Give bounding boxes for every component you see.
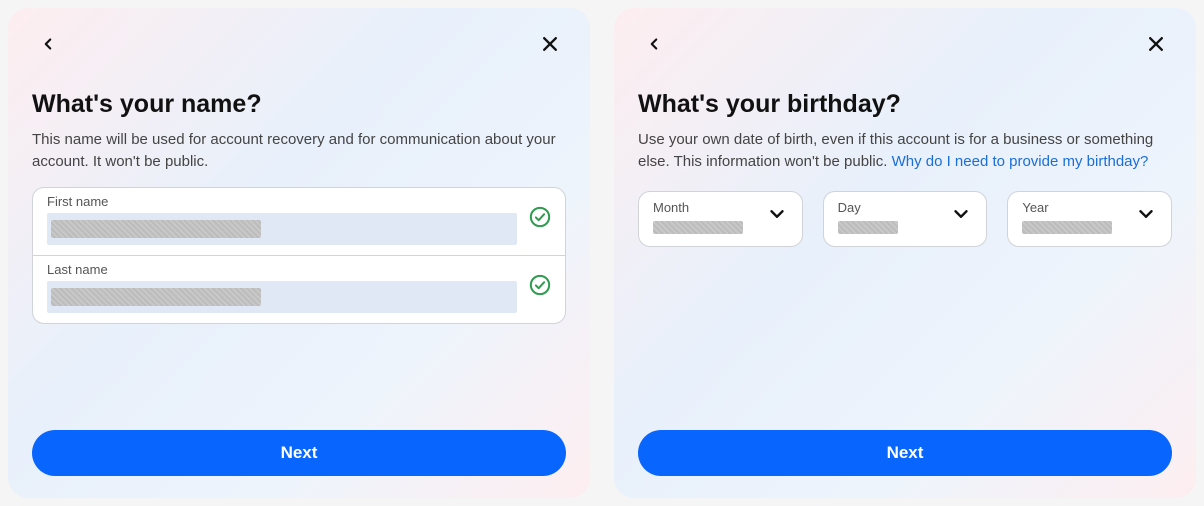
first-name-input[interactable] [47, 213, 517, 245]
page-title: What's your birthday? [638, 90, 1172, 119]
month-label: Month [653, 200, 762, 215]
redacted-text [51, 288, 261, 306]
month-select[interactable]: Month [638, 191, 803, 247]
redacted-text [653, 221, 743, 234]
chevron-left-icon [645, 35, 663, 53]
first-name-row: First name [33, 188, 565, 255]
page-title: What's your name? [32, 90, 566, 119]
last-name-label: Last name [47, 262, 519, 277]
back-button[interactable] [638, 28, 670, 60]
top-bar [638, 26, 1172, 62]
redacted-text [838, 221, 898, 234]
last-name-input[interactable] [47, 281, 517, 313]
chevron-left-icon [39, 35, 57, 53]
birthday-selects: Month Day Year [638, 191, 1172, 247]
birthday-step-card: What's your birthday? Use your own date … [614, 8, 1196, 498]
close-button[interactable] [534, 28, 566, 60]
close-icon [540, 34, 560, 54]
chevron-down-icon [950, 203, 972, 230]
why-birthday-link[interactable]: Why do I need to provide my birthday? [892, 153, 1149, 170]
redacted-text [1022, 221, 1112, 234]
top-bar [32, 26, 566, 62]
day-select[interactable]: Day [823, 191, 988, 247]
name-fields-group: First name Last name [32, 187, 566, 324]
redacted-text [51, 220, 261, 238]
last-name-row: Last name [33, 255, 565, 323]
name-step-card: What's your name? This name will be used… [8, 8, 590, 498]
valid-check-icon [529, 274, 551, 301]
chevron-down-icon [766, 203, 788, 230]
first-name-label: First name [47, 194, 519, 209]
valid-check-icon [529, 206, 551, 233]
year-label: Year [1022, 200, 1131, 215]
close-button[interactable] [1140, 28, 1172, 60]
next-button[interactable]: Next [638, 430, 1172, 476]
year-select[interactable]: Year [1007, 191, 1172, 247]
next-button[interactable]: Next [32, 430, 566, 476]
close-icon [1146, 34, 1166, 54]
page-subtitle: This name will be used for account recov… [32, 129, 566, 173]
page-subtitle: Use your own date of birth, even if this… [638, 129, 1172, 173]
back-button[interactable] [32, 28, 64, 60]
chevron-down-icon [1135, 203, 1157, 230]
day-label: Day [838, 200, 947, 215]
